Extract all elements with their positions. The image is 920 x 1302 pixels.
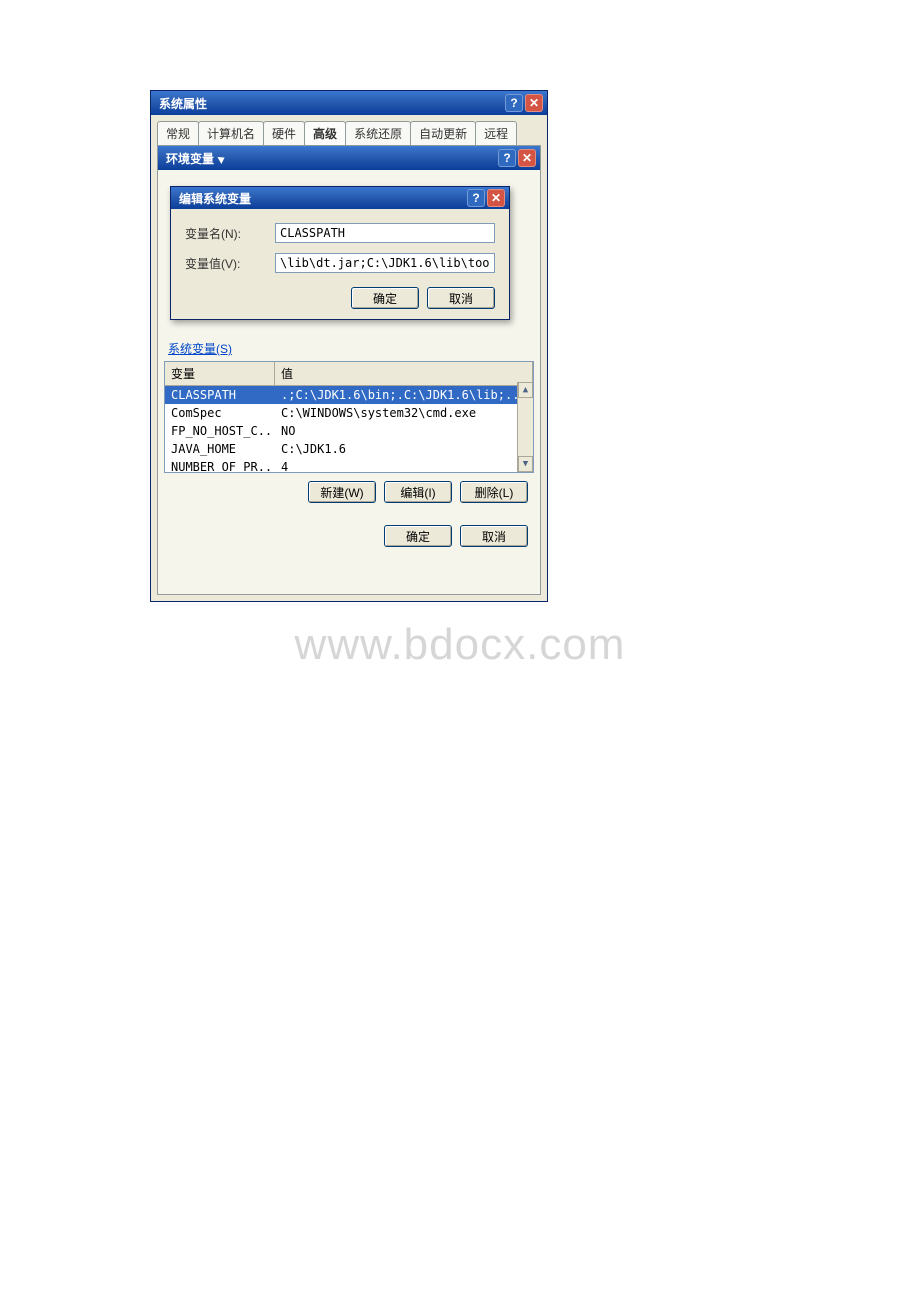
scroll-down-icon[interactable]: ▼ [518,456,533,472]
list-item[interactable]: JAVA_HOME C:\JDK1.6 [165,440,533,458]
system-variables-label: 系统变量(S) [168,340,534,357]
col-value[interactable]: 值 [275,362,533,385]
tab-auto-update[interactable]: 自动更新 [410,121,476,145]
cancel-button[interactable]: 取消 [427,287,495,309]
advanced-panel: 环境变量 ? ✕ 编辑系统变量 ? ✕ [157,145,541,595]
list-item[interactable]: NUMBER_OF_PR... 4 [165,458,533,473]
close-icon[interactable]: ✕ [525,94,543,112]
cursor-icon [218,154,227,164]
scroll-up-icon[interactable]: ▲ [518,382,533,398]
list-item[interactable]: CLASSPATH .;C:\JDK1.6\bin;.C:\JDK1.6\lib… [165,386,533,404]
scrollbar[interactable]: ▲ ▼ [517,382,533,472]
tab-general[interactable]: 常规 [157,121,199,145]
watermark-text: www.bdocx.com [295,620,626,670]
sysprops-title: 系统属性 [159,95,207,112]
cancel-button[interactable]: 取消 [460,525,528,547]
list-item[interactable]: FP_NO_HOST_C... NO [165,422,533,440]
variable-value-input[interactable] [275,253,495,273]
editdlg-titlebar: 编辑系统变量 ? ✕ [171,187,509,209]
editdlg-title: 编辑系统变量 [179,190,251,207]
help-icon[interactable]: ? [498,149,516,167]
ok-button[interactable]: 确定 [384,525,452,547]
edit-button[interactable]: 编辑(I) [384,481,452,503]
sysprops-titlebar: 系统属性 ? ✕ [151,91,547,115]
tab-computer-name[interactable]: 计算机名 [198,121,264,145]
delete-button[interactable]: 删除(L) [460,481,528,503]
envvars-titlebar: 环境变量 ? ✕ [158,146,540,170]
tab-hardware[interactable]: 硬件 [263,121,305,145]
tab-remote[interactable]: 远程 [475,121,517,145]
variable-value-label: 变量值(V): [185,255,275,272]
tab-system-restore[interactable]: 系统还原 [345,121,411,145]
list-item[interactable]: ComSpec C:\WINDOWS\system32\cmd.exe [165,404,533,422]
variable-name-label: 变量名(N): [185,225,275,242]
ok-button[interactable]: 确定 [351,287,419,309]
sysprops-tabs: 常规 计算机名 硬件 高级 系统还原 自动更新 远程 [157,121,541,145]
envvars-title: 环境变量 [166,152,214,166]
close-icon[interactable]: ✕ [487,189,505,207]
help-icon[interactable]: ? [467,189,485,207]
close-icon[interactable]: ✕ [518,149,536,167]
system-properties-window: 系统属性 ? ✕ 常规 计算机名 硬件 高级 系统还原 自动更新 远程 环境变量 [150,90,548,602]
edit-system-variable-dialog: 编辑系统变量 ? ✕ 变量名(N): 变量值(V): [170,186,510,320]
list-header: 变量 值 [165,362,533,386]
new-button[interactable]: 新建(W) [308,481,376,503]
col-variable[interactable]: 变量 [165,362,275,385]
variable-name-input[interactable] [275,223,495,243]
help-icon[interactable]: ? [505,94,523,112]
system-variables-list[interactable]: 变量 值 CLASSPATH .;C:\JDK1.6\bin;.C:\JDK1.… [164,361,534,473]
system-variables-section: 系统变量(S) 变量 值 CLASSPATH .;C:\JDK1.6\bin;.… [164,340,534,547]
tab-advanced[interactable]: 高级 [304,121,346,145]
